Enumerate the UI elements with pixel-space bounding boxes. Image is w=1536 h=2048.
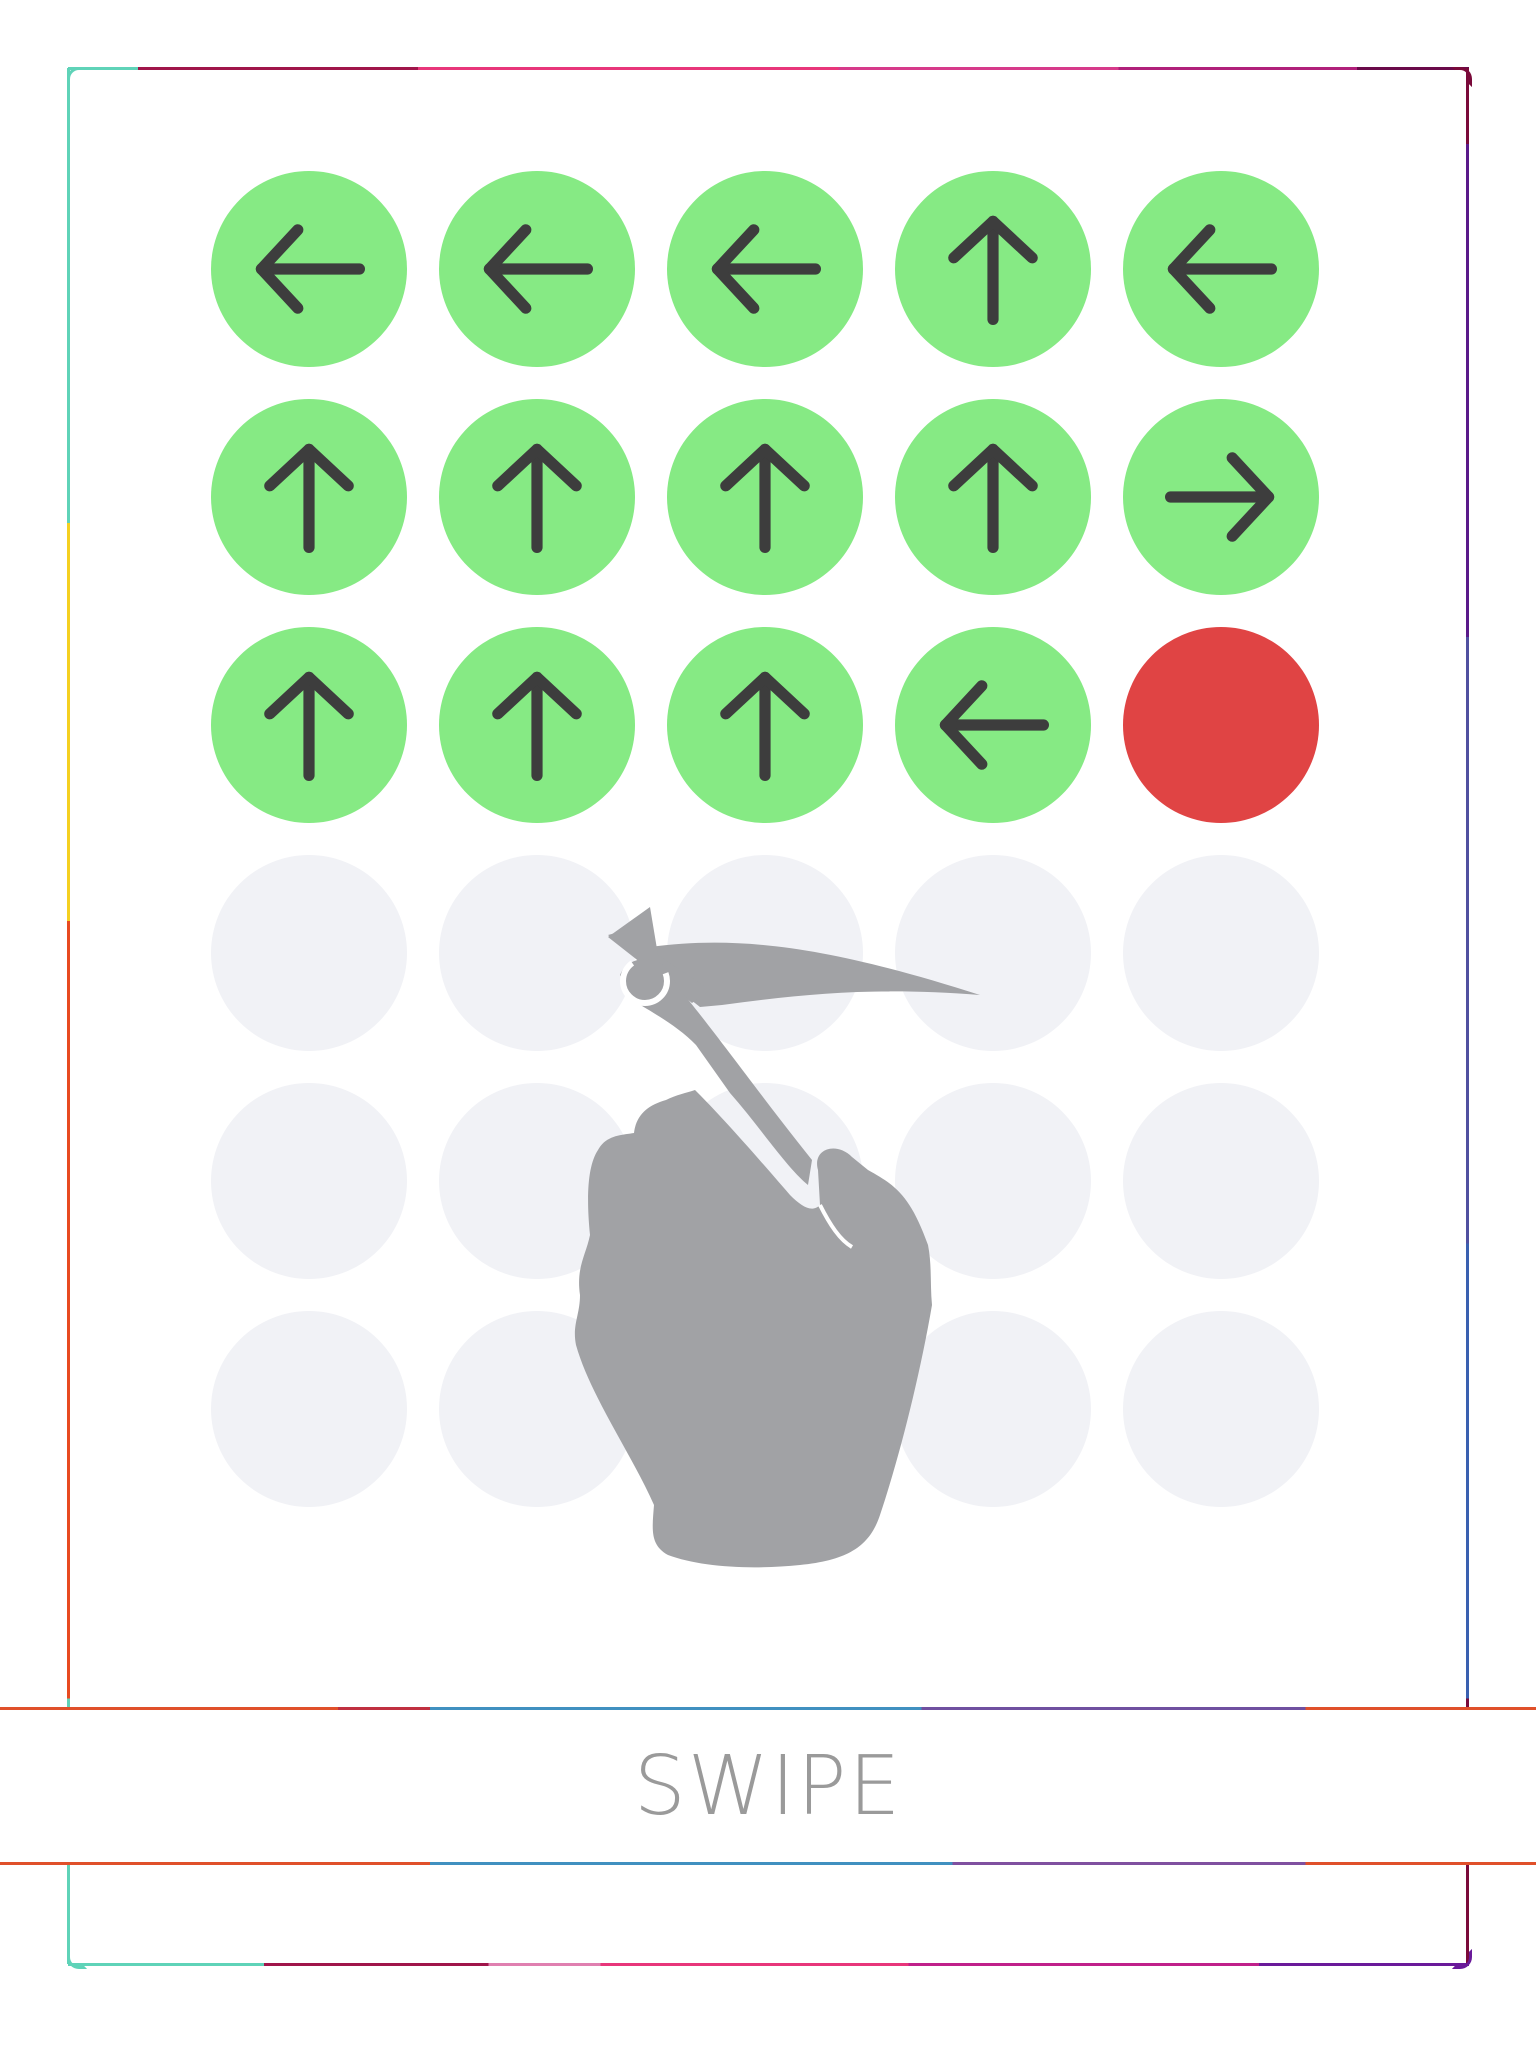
down-arrow-icon bbox=[720, 443, 810, 553]
arrow-cell-down[interactable] bbox=[211, 399, 407, 595]
down-arrow-icon bbox=[948, 215, 1038, 325]
arrow-cell-down[interactable] bbox=[667, 627, 863, 823]
empty-cell[interactable] bbox=[211, 855, 407, 1051]
empty-cell[interactable] bbox=[1123, 1311, 1319, 1507]
down-arrow-icon bbox=[492, 443, 582, 553]
empty-cell[interactable] bbox=[1123, 1083, 1319, 1279]
card-corner bbox=[1452, 1949, 1472, 1969]
arrow-cell-left[interactable] bbox=[667, 171, 863, 367]
left-arrow-icon bbox=[255, 224, 365, 314]
left-arrow-icon bbox=[1167, 224, 1277, 314]
card-frame-bottom bbox=[68, 1963, 1469, 1966]
down-arrow-icon bbox=[720, 671, 810, 781]
card-frame-top bbox=[68, 67, 1469, 70]
swipe-left-hand-icon bbox=[574, 907, 980, 1568]
arrow-cell-left[interactable] bbox=[895, 627, 1091, 823]
arrow-cell-left[interactable] bbox=[1123, 171, 1319, 367]
arrow-cell-right[interactable] bbox=[1123, 399, 1319, 595]
instruction-banner: SWIPE bbox=[0, 1707, 1536, 1865]
card-frame-right bbox=[1466, 68, 1469, 1964]
card-corner bbox=[1452, 67, 1472, 87]
arrow-cell-down[interactable] bbox=[895, 171, 1091, 367]
left-arrow-icon bbox=[939, 680, 1049, 770]
arrow-cell-down[interactable] bbox=[211, 627, 407, 823]
card-frame-left bbox=[67, 68, 70, 1964]
right-arrow-icon bbox=[1165, 452, 1275, 542]
empty-cell[interactable] bbox=[211, 1083, 407, 1279]
down-arrow-icon bbox=[492, 671, 582, 781]
current-cell[interactable] bbox=[1123, 627, 1319, 823]
left-arrow-icon bbox=[711, 224, 821, 314]
arrow-cell-down[interactable] bbox=[439, 627, 635, 823]
arrow-cell-left[interactable] bbox=[439, 171, 635, 367]
tutorial-screen: SWIPE bbox=[0, 0, 1536, 2048]
down-arrow-icon bbox=[948, 443, 1038, 553]
empty-cell[interactable] bbox=[1123, 855, 1319, 1051]
arrow-cell-down[interactable] bbox=[439, 399, 635, 595]
card-corner bbox=[67, 1949, 87, 1969]
down-arrow-icon bbox=[264, 671, 354, 781]
arrow-cell-down[interactable] bbox=[667, 399, 863, 595]
left-arrow-icon bbox=[483, 224, 593, 314]
down-arrow-icon bbox=[264, 443, 354, 553]
arrow-cell-left[interactable] bbox=[211, 171, 407, 367]
instruction-label: SWIPE bbox=[633, 1738, 903, 1834]
empty-cell[interactable] bbox=[211, 1311, 407, 1507]
banner-bottom-line bbox=[0, 1862, 1536, 1865]
arrow-cell-down[interactable] bbox=[895, 399, 1091, 595]
card-corner bbox=[67, 67, 87, 87]
